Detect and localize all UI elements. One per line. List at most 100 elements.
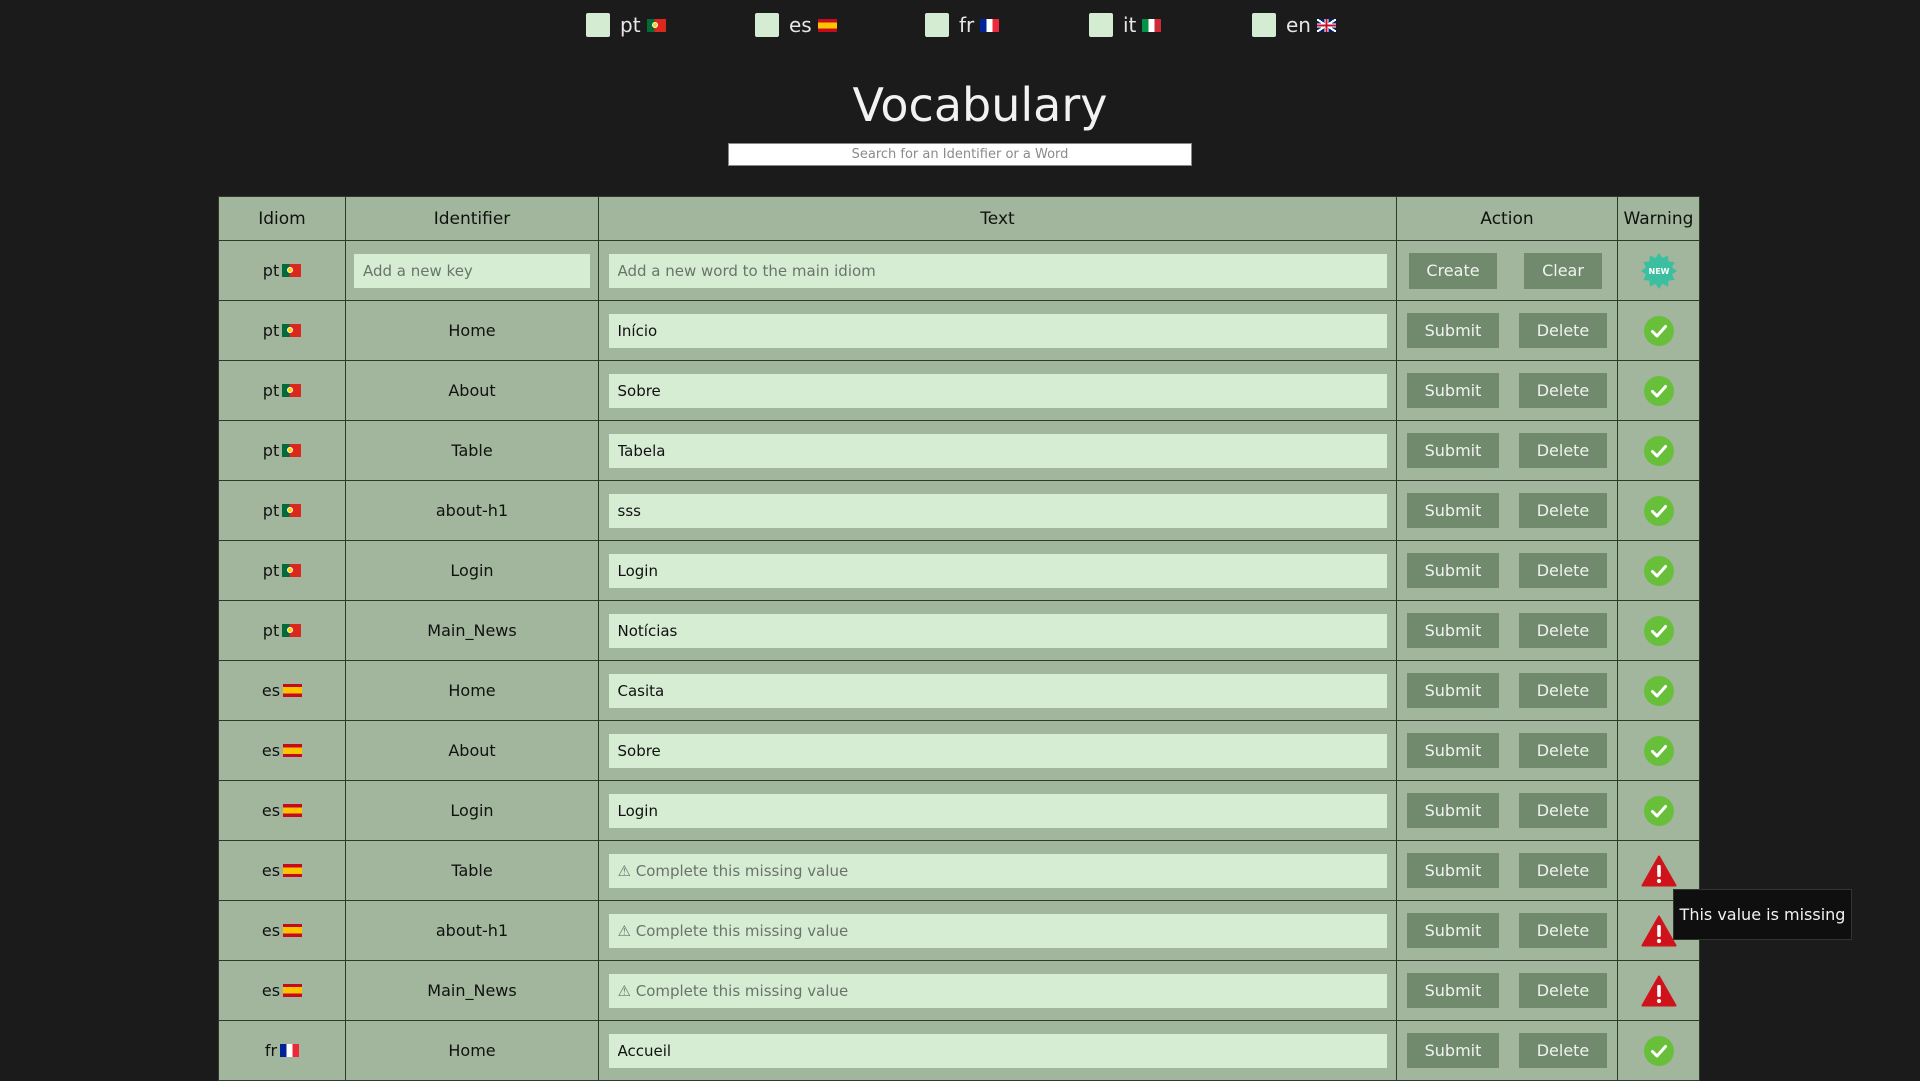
delete-button[interactable]: Delete [1519, 733, 1607, 768]
text-input[interactable] [608, 613, 1387, 648]
submit-button[interactable]: Submit [1407, 793, 1499, 828]
text-cell [598, 300, 1397, 361]
delete-cell: Delete [1509, 900, 1618, 961]
clear-button[interactable]: Clear [1524, 252, 1602, 289]
delete-button[interactable]: Delete [1519, 493, 1607, 528]
delete-cell: Delete [1509, 840, 1618, 901]
language-checkbox[interactable] [925, 13, 949, 37]
text-input[interactable] [608, 733, 1387, 768]
idiom-cell: es [218, 960, 346, 1021]
text-cell [598, 660, 1397, 721]
text-input[interactable] [608, 853, 1387, 888]
uk-flag-icon [1316, 18, 1336, 32]
language-toggle-en[interactable]: en [1252, 12, 1336, 38]
text-input[interactable] [608, 793, 1387, 828]
text-input[interactable] [608, 493, 1387, 528]
language-toggle-pt[interactable]: pt [586, 12, 666, 38]
table-row: pt Home Submit Delete [218, 300, 1700, 361]
create-cell: Create [1396, 240, 1509, 301]
language-checkbox[interactable] [755, 13, 779, 37]
delete-button[interactable]: Delete [1519, 373, 1607, 408]
check-icon [1643, 495, 1674, 526]
delete-button[interactable]: Delete [1519, 913, 1607, 948]
language-toggle-fr[interactable]: fr [925, 12, 1000, 38]
spain-flag-icon [283, 864, 303, 877]
text-input[interactable] [608, 373, 1387, 408]
clear-cell: Clear [1509, 240, 1618, 301]
delete-button[interactable]: Delete [1519, 433, 1607, 468]
language-code: fr [959, 13, 975, 37]
spain-flag-icon [283, 924, 303, 937]
text-input[interactable] [608, 913, 1387, 948]
text-input[interactable] [608, 433, 1387, 468]
text-input[interactable] [608, 313, 1387, 348]
submit-button[interactable]: Submit [1407, 973, 1499, 1008]
submit-button[interactable]: Submit [1407, 733, 1499, 768]
submit-button[interactable]: Submit [1407, 853, 1499, 888]
create-button[interactable]: Create [1409, 252, 1497, 289]
table-row: es Main_News Submit Delete [218, 960, 1700, 1021]
text-cell [598, 960, 1397, 1021]
delete-cell: Delete [1509, 780, 1618, 841]
delete-button[interactable]: Delete [1519, 793, 1607, 828]
submit-button[interactable]: Submit [1407, 1033, 1499, 1068]
language-checkbox[interactable] [1089, 13, 1113, 37]
portugal-flag-icon [282, 444, 302, 457]
submit-button[interactable]: Submit [1407, 913, 1499, 948]
table-row: pt Login Submit Delete [218, 540, 1700, 601]
new-word-input[interactable] [608, 253, 1387, 288]
text-input[interactable] [608, 973, 1387, 1008]
text-input[interactable] [608, 673, 1387, 708]
idiom-cell: pt [218, 600, 346, 661]
delete-cell: Delete [1509, 360, 1618, 421]
delete-cell: Delete [1509, 1020, 1618, 1081]
identifier-cell: about-h1 [345, 900, 599, 961]
idiom-cell: pt [218, 480, 346, 541]
delete-button[interactable]: Delete [1519, 553, 1607, 588]
delete-button[interactable]: Delete [1519, 853, 1607, 888]
submit-button[interactable]: Submit [1407, 433, 1499, 468]
text-input[interactable] [608, 553, 1387, 588]
warning-icon [1641, 975, 1676, 1006]
delete-button[interactable]: Delete [1519, 973, 1607, 1008]
spain-flag-icon [283, 984, 303, 997]
warning-icon [1641, 915, 1676, 946]
text-cell [598, 840, 1397, 901]
identifier-cell: about-h1 [345, 480, 599, 541]
submit-button[interactable]: Submit [1407, 373, 1499, 408]
language-toggle-bar: pt es fr it en [0, 0, 1920, 48]
delete-button[interactable]: Delete [1519, 1033, 1607, 1068]
warning-icon [1641, 855, 1676, 886]
idiom-cell: pt [218, 360, 346, 421]
idiom-code: pt [262, 321, 280, 340]
table-row: es Home Submit Delete [218, 660, 1700, 721]
submit-button[interactable]: Submit [1407, 553, 1499, 588]
submit-button[interactable]: Submit [1407, 493, 1499, 528]
delete-button[interactable]: Delete [1519, 313, 1607, 348]
table-row: pt About Submit Delete [218, 360, 1700, 421]
delete-button[interactable]: Delete [1519, 673, 1607, 708]
identifier-cell: Table [345, 840, 599, 901]
language-checkbox[interactable] [1252, 13, 1276, 37]
new-key-input[interactable] [354, 253, 590, 288]
idiom-cell: pt [218, 540, 346, 601]
identifier-cell: Login [345, 780, 599, 841]
table-row: pt Main_News Submit Delete [218, 600, 1700, 661]
table-row: fr Home Submit Delete [218, 1020, 1700, 1081]
idiom-cell: pt [218, 240, 346, 301]
language-toggle-es[interactable]: es [755, 12, 837, 38]
delete-cell: Delete [1509, 540, 1618, 601]
text-input[interactable] [608, 1033, 1387, 1068]
submit-cell: Submit [1396, 540, 1509, 601]
submit-button[interactable]: Submit [1407, 613, 1499, 648]
submit-cell: Submit [1396, 960, 1509, 1021]
delete-button[interactable]: Delete [1519, 613, 1607, 648]
france-flag-icon [280, 1044, 300, 1057]
idiom-code: es [261, 861, 281, 880]
search-input[interactable] [728, 143, 1192, 166]
text-cell [598, 420, 1397, 481]
language-toggle-it[interactable]: it [1089, 12, 1162, 38]
submit-button[interactable]: Submit [1407, 673, 1499, 708]
submit-button[interactable]: Submit [1407, 313, 1499, 348]
language-checkbox[interactable] [586, 13, 610, 37]
